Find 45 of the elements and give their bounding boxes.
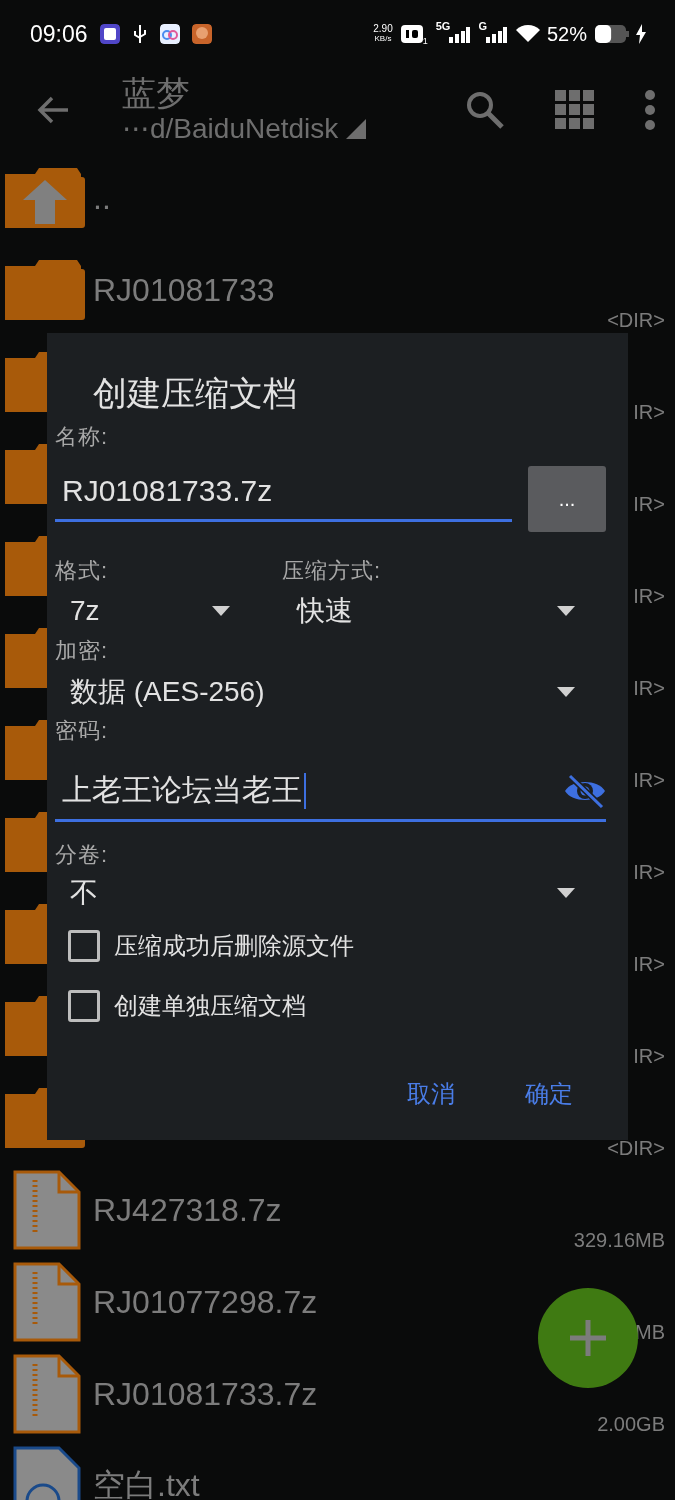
sim-index: 1 [422, 36, 428, 46]
dialog-button[interactable]: 取消 [387, 1070, 475, 1118]
field-label: 密码: [55, 717, 110, 745]
file-name[interactable]: RJ427318.7z [93, 1191, 282, 1229]
network-type: G [478, 20, 487, 32]
file-name[interactable]: .. [93, 179, 111, 217]
checkbox-label[interactable]: 创建单独压缩文档 [114, 990, 306, 1022]
field-label: 格式: [55, 557, 110, 585]
dropdown[interactable]: 7z [55, 591, 255, 631]
field-label: 加密: [55, 637, 110, 665]
browse-button[interactable]: ... [528, 466, 606, 532]
network-type: 5G [435, 20, 451, 32]
file-size: IR> [633, 953, 665, 976]
file-name[interactable]: 空白.txt [93, 1464, 200, 1500]
file-size: IR> [633, 493, 665, 516]
checkbox-label[interactable]: 压缩成功后删除源文件 [114, 930, 354, 962]
folder-title: 蓝梦 [122, 74, 191, 112]
battery-level: 52% [546, 22, 587, 46]
file-size: <DIR> [607, 1137, 665, 1160]
password-text: 上老王论坛当老王 [62, 772, 302, 808]
dialog-title: 创建压缩文档 [93, 373, 298, 414]
dropdown[interactable]: 数据 (AES-256) [55, 672, 600, 712]
field-label: 分卷: [55, 841, 110, 869]
field-label: 名称: [55, 423, 110, 451]
file-size: IR> [633, 585, 665, 608]
file-name[interactable]: RJ01081733 [93, 271, 275, 309]
dialog-button[interactable]: 确定 [505, 1070, 593, 1118]
name-field[interactable]: RJ01081733.7z [55, 462, 512, 522]
password-field[interactable]: 上老王论坛当老王 [55, 762, 606, 822]
dropdown[interactable]: 快速 [282, 591, 600, 631]
dropdown[interactable]: 不 [55, 873, 600, 913]
file-size: IR> [633, 861, 665, 884]
field-label: 压缩方式: [282, 557, 383, 585]
file-name[interactable]: RJ01077298.7z [93, 1283, 318, 1321]
file-size: IR> [633, 1045, 665, 1068]
network-speed: 2.90 KB/s [373, 24, 393, 44]
file-size: 329.16MB [573, 1229, 665, 1252]
file-size: <DIR> [607, 309, 665, 332]
file-size: IR> [633, 401, 665, 424]
folder-path[interactable]: ⋯d/BaiduNetdisk [122, 112, 339, 146]
file-size: IR> [633, 677, 665, 700]
clock: 09:06 [30, 20, 88, 48]
file-size: IR> [633, 769, 665, 792]
file-name[interactable]: RJ01081733.7z [93, 1375, 318, 1413]
file-size: 2.00GB [597, 1413, 665, 1436]
